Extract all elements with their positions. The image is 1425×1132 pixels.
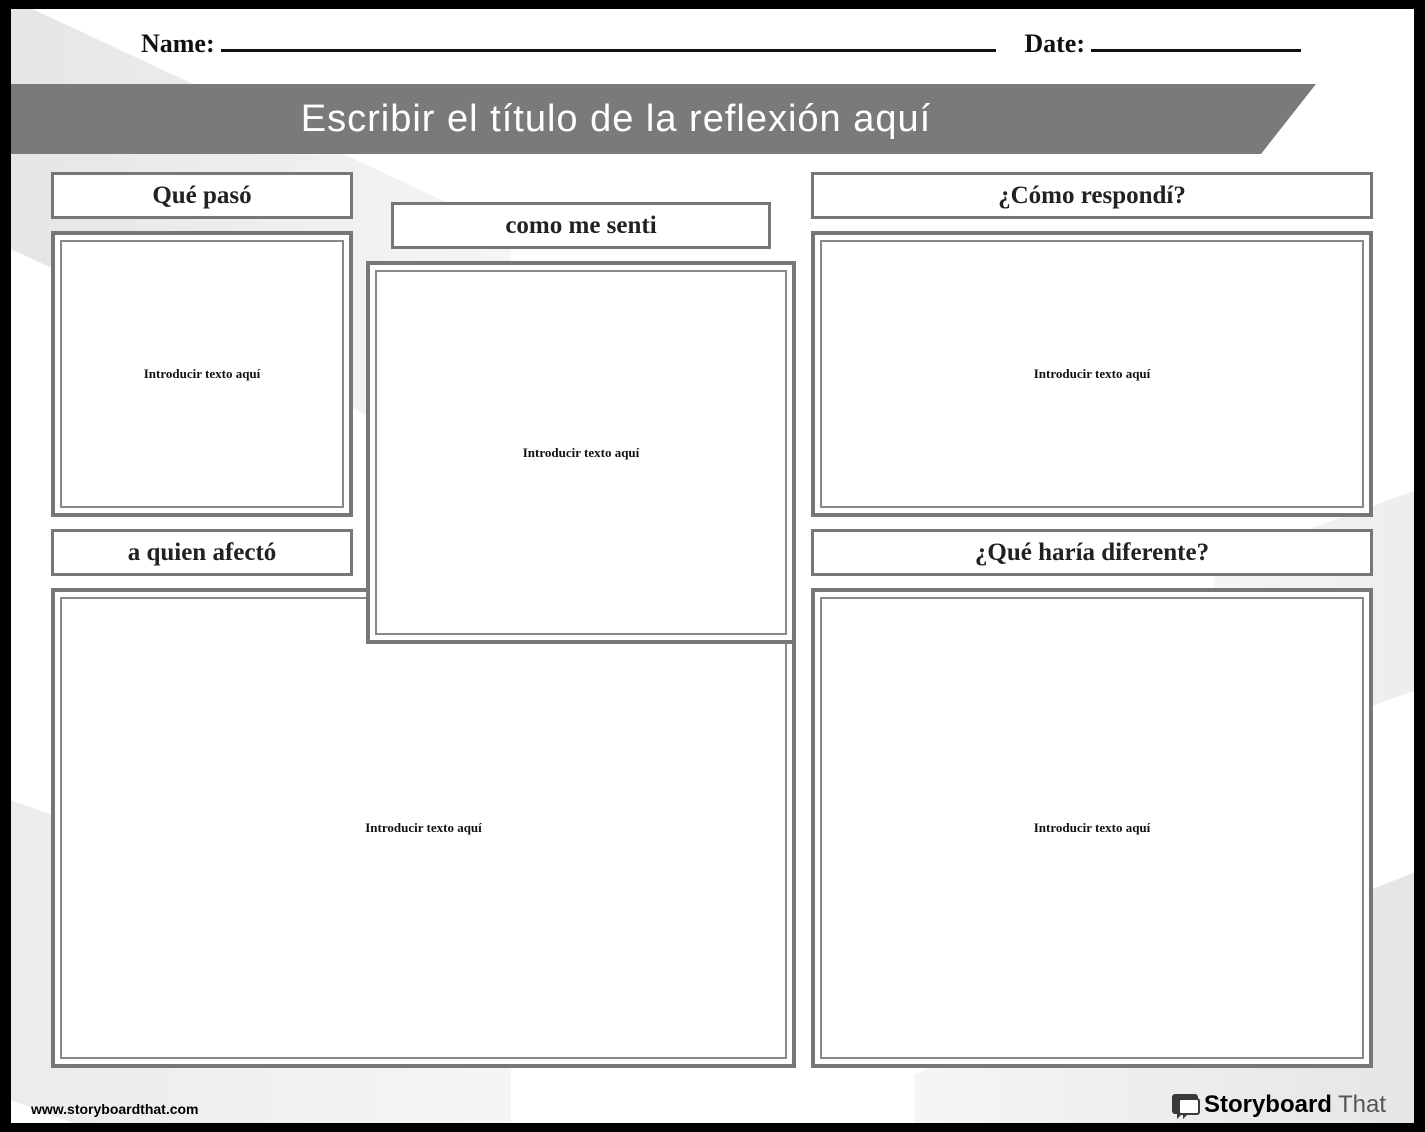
footer-url: www.storyboardthat.com	[31, 1101, 199, 1117]
section-label-what-happened: Qué pasó	[51, 172, 353, 219]
title-banner[interactable]: Escribir el título de la reflexión aquí	[11, 84, 1261, 154]
placeholder-text: Introducir texto aquí	[1034, 820, 1151, 836]
section-label-text: Qué pasó	[152, 182, 251, 210]
section-label-text: ¿Qué haría diferente?	[975, 539, 1209, 567]
section-box-what-happened[interactable]: Introducir texto aquí	[51, 231, 353, 517]
section-box-who-affected[interactable]: Introducir texto aquí	[51, 588, 796, 1068]
section-label-how-i-responded: ¿Cómo respondí?	[811, 172, 1373, 219]
section-box-inner: Introducir texto aquí	[60, 597, 787, 1059]
speech-bubble-icon	[1172, 1094, 1198, 1116]
section-label-text: ¿Cómo respondí?	[998, 182, 1186, 210]
placeholder-text: Introducir texto aquí	[1034, 366, 1151, 382]
section-box-inner: Introducir texto aquí	[820, 240, 1364, 508]
section-label-would-do-different: ¿Qué haría diferente?	[811, 529, 1373, 576]
footer-logo: StoryboardThat	[1172, 1091, 1386, 1119]
name-input-line[interactable]	[221, 29, 997, 52]
section-label-text: como me senti	[505, 212, 656, 240]
section-box-inner: Introducir texto aquí	[820, 597, 1364, 1059]
placeholder-text: Introducir texto aquí	[144, 366, 261, 382]
placeholder-text: Introducir texto aquí	[523, 445, 640, 461]
date-input-line[interactable]	[1091, 29, 1301, 52]
section-box-inner: Introducir texto aquí	[60, 240, 344, 508]
name-label: Name:	[141, 29, 215, 59]
brand-name-bold: Storyboard	[1204, 1091, 1332, 1119]
section-box-would-do-different[interactable]: Introducir texto aquí	[811, 588, 1373, 1068]
brand-name-thin: That	[1338, 1091, 1386, 1119]
section-box-how-i-felt[interactable]: Introducir texto aquí	[366, 261, 796, 644]
section-box-inner: Introducir texto aquí	[375, 270, 787, 635]
section-box-how-i-responded[interactable]: Introducir texto aquí	[811, 231, 1373, 517]
date-label: Date:	[1024, 29, 1085, 59]
section-label-how-i-felt: como me senti	[391, 202, 771, 249]
section-label-text: a quien afectó	[128, 539, 277, 567]
placeholder-text: Introducir texto aquí	[365, 820, 482, 836]
section-label-who-affected: a quien afectó	[51, 529, 353, 576]
